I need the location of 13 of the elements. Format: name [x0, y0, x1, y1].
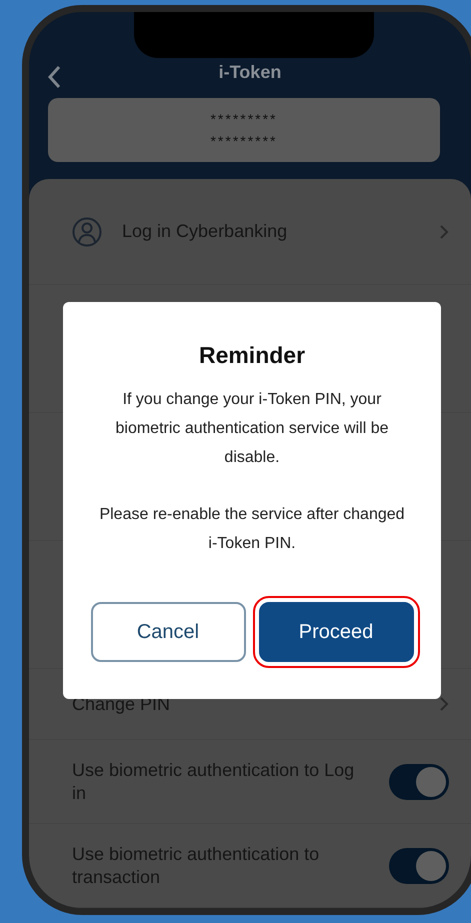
cancel-button[interactable]: Cancel	[90, 602, 246, 662]
masked-token: *********	[210, 110, 278, 127]
dialog-message: Please re-enable the service after changed i-Token PIN.	[98, 505, 406, 554]
toggle-switch[interactable]	[389, 764, 449, 800]
toggle-switch[interactable]	[389, 848, 449, 884]
dialog-message: If you change your i-Token PIN, your biometric authentication service will be disable.	[114, 390, 390, 468]
dialog-title: Reminder	[198, 342, 306, 369]
screen-title: i-Token	[218, 62, 282, 83]
back-icon[interactable]	[47, 65, 61, 89]
chevron-right-icon	[439, 224, 449, 240]
masked-token: *********	[210, 132, 278, 149]
chevron-right-icon	[439, 696, 449, 712]
person-icon	[72, 216, 102, 246]
